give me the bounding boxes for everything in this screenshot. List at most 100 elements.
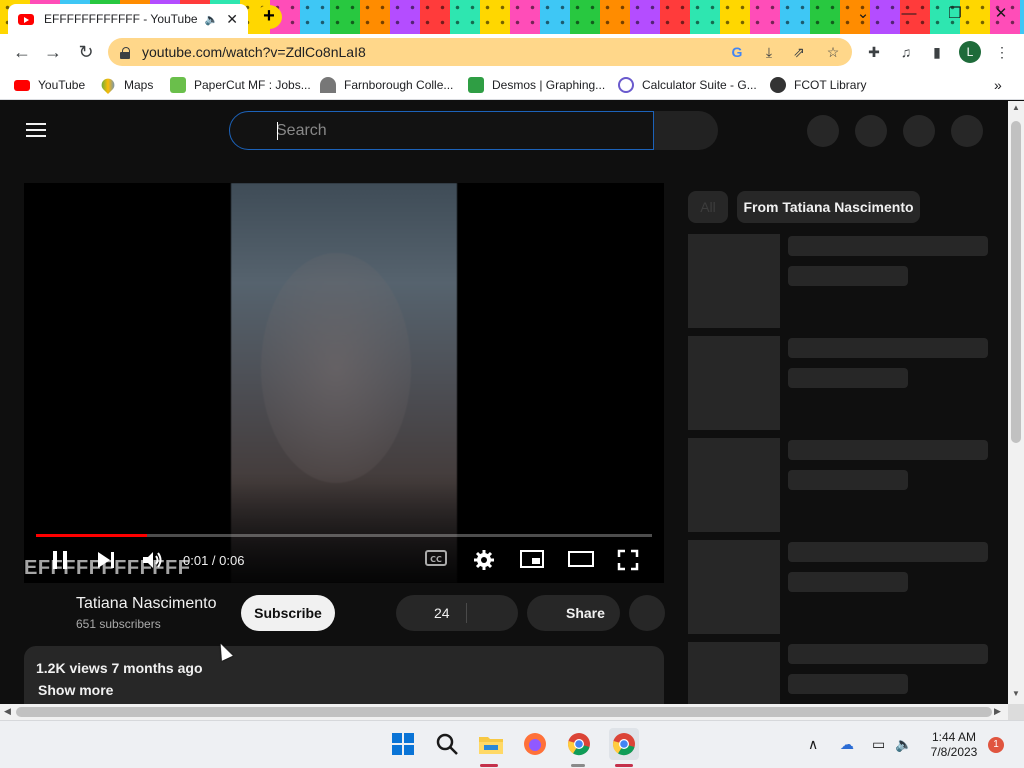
notification-badge[interactable]: 1 <box>988 737 1004 753</box>
globe-icon <box>770 77 786 93</box>
system-clock[interactable]: 1:44 AM 7/8/2023 <box>926 730 982 760</box>
theater-mode-icon[interactable] <box>568 549 594 573</box>
pause-button[interactable] <box>48 549 72 573</box>
vertical-scrollbar[interactable]: ▲ ▼ <box>1008 101 1024 704</box>
side-panel-icon[interactable]: ▮ <box>927 42 947 62</box>
bookmark-label: Desmos | Graphing... <box>492 78 606 92</box>
volume-tray-icon[interactable]: 🔈 <box>895 736 912 753</box>
show-more-link[interactable]: Show more <box>38 682 113 698</box>
recommendation-skeleton[interactable] <box>688 540 988 634</box>
tab-search-icon[interactable]: ⌄ <box>840 0 886 30</box>
chip-all[interactable]: All <box>688 191 728 223</box>
onedrive-sync-icon[interactable]: ☁ <box>840 736 854 753</box>
skeleton-line <box>788 674 908 694</box>
recommendation-skeleton[interactable] <box>688 438 988 532</box>
show-hidden-icons-chevron-icon[interactable]: ∧ <box>808 736 818 753</box>
media-controls-icon[interactable]: ♫ <box>896 42 916 62</box>
speaker-icon[interactable]: 🔈 <box>205 13 219 26</box>
placeholder-circle-icon[interactable] <box>855 115 887 147</box>
bookmark-label: FCOT Library <box>794 78 867 92</box>
google-lens-icon[interactable]: G <box>728 43 746 61</box>
address-bar[interactable]: youtube.com/watch?v=ZdlCo8nLaI8 G ⤓ ⇗ ☆ <box>108 38 852 66</box>
scroll-up-icon[interactable]: ▲ <box>1011 103 1021 112</box>
install-icon[interactable]: ⤓ <box>760 43 778 61</box>
scroll-down-icon[interactable]: ▼ <box>1011 689 1021 698</box>
recommendation-skeleton[interactable] <box>688 336 988 430</box>
settings-gear-icon[interactable] <box>472 549 496 573</box>
bookmark-maps[interactable]: Maps <box>98 75 153 95</box>
more-actions-button[interactable] <box>629 595 665 631</box>
menu-hamburger-icon[interactable] <box>26 123 46 137</box>
bookmark-label: Farnborough Colle... <box>344 78 454 92</box>
skeleton-thumbnail <box>688 642 780 704</box>
video-player[interactable]: EFFFFFFFFFFFF 0:01 / 0:06 CC <box>24 183 664 583</box>
like-dislike-pill[interactable]: 24 <box>396 595 518 631</box>
running-indicator <box>571 764 585 767</box>
scrollbar-corner <box>1008 704 1024 720</box>
miniplayer-icon[interactable] <box>520 549 544 573</box>
volume-icon[interactable] <box>141 549 165 573</box>
skeleton-thumbnail <box>688 438 780 532</box>
minimize-button[interactable]: — <box>886 0 932 30</box>
progress-bar[interactable] <box>36 534 652 537</box>
bookmark-star-icon[interactable]: ☆ <box>824 43 842 61</box>
recommendation-skeleton[interactable] <box>688 642 988 704</box>
next-button[interactable] <box>94 549 118 573</box>
scroll-left-icon[interactable]: ◀ <box>4 706 11 717</box>
back-arrow-icon[interactable]: ← <box>10 40 34 64</box>
scrollbar-thumb[interactable] <box>1011 121 1021 443</box>
restore-button[interactable]: ❐ <box>932 0 978 30</box>
scroll-right-icon[interactable]: ▶ <box>994 706 1001 717</box>
share-button[interactable]: Share <box>527 595 620 631</box>
chip-from-channel[interactable]: From Tatiana Nascimento <box>737 191 920 223</box>
channel-name[interactable]: Tatiana Nascimento <box>76 595 217 613</box>
fullscreen-icon[interactable] <box>616 549 640 573</box>
active-indicator <box>480 764 498 767</box>
svg-text:CC: CC <box>430 555 442 564</box>
windows-start-icon[interactable] <box>389 730 417 758</box>
file-explorer-icon[interactable] <box>477 730 505 758</box>
bookmark-fcot-library[interactable]: FCOT Library <box>770 76 866 94</box>
network-icon[interactable]: ▭ <box>872 736 885 753</box>
placeholder-circle-icon[interactable] <box>807 115 839 147</box>
placeholder-circle-icon[interactable] <box>903 115 935 147</box>
subscribe-button[interactable]: Subscribe <box>241 595 335 631</box>
browser-tab-youtube[interactable]: EFFFFFFFFFFFF - YouTube 🔈 ✕ <box>8 4 248 34</box>
search-button[interactable] <box>654 111 718 150</box>
url-text[interactable]: youtube.com/watch?v=ZdlCo8nLaI8 <box>142 44 366 60</box>
bookmark-desmos[interactable]: Desmos | Graphing... <box>468 76 605 94</box>
progress-fill <box>36 534 147 537</box>
firefox-icon[interactable] <box>521 730 549 758</box>
placeholder-circle-icon[interactable] <box>951 115 983 147</box>
like-count[interactable]: 24 <box>434 605 450 621</box>
bookmarks-overflow-icon[interactable]: » <box>994 76 1002 94</box>
search-box[interactable] <box>229 111 654 150</box>
tab-close-icon[interactable]: ✕ <box>226 11 238 28</box>
search-icon[interactable] <box>433 730 461 758</box>
bookmark-farnborough[interactable]: Farnborough Colle... <box>320 76 453 94</box>
scrollbar-thumb[interactable] <box>16 707 992 717</box>
captions-cc-icon[interactable]: CC <box>424 549 448 573</box>
new-tab-button[interactable]: + <box>256 5 282 29</box>
chrome-profile-icon[interactable] <box>609 728 639 760</box>
share-label: Share <box>566 605 605 621</box>
description-box[interactable]: 1.2K views 7 months ago Show more <box>24 646 664 704</box>
skeleton-line <box>788 542 988 562</box>
menu-dots-icon[interactable]: ⋮ <box>992 42 1012 62</box>
skeleton-line <box>788 644 988 664</box>
recommendation-skeleton[interactable] <box>688 234 988 328</box>
reload-icon[interactable]: ↻ <box>74 40 98 64</box>
bookmark-youtube[interactable]: YouTube <box>14 76 85 94</box>
forward-arrow-icon[interactable]: → <box>41 40 65 64</box>
chrome-icon[interactable] <box>565 730 593 758</box>
browser-toolbar: ← → ↻ youtube.com/watch?v=ZdlCo8nLaI8 G … <box>0 34 1024 70</box>
horizontal-scrollbar[interactable]: ◀ ▶ <box>0 704 1008 720</box>
lock-icon[interactable] <box>120 46 130 59</box>
close-window-button[interactable]: ✕ <box>978 0 1024 30</box>
extensions-icon[interactable]: ✚ <box>864 42 884 62</box>
share-icon[interactable]: ⇗ <box>790 43 808 61</box>
bookmark-calculator-suite[interactable]: Calculator Suite - G... <box>618 76 757 94</box>
profile-avatar[interactable]: L <box>959 41 981 63</box>
search-input[interactable] <box>276 120 636 142</box>
bookmark-papercut[interactable]: PaperCut MF : Jobs... <box>170 76 311 94</box>
